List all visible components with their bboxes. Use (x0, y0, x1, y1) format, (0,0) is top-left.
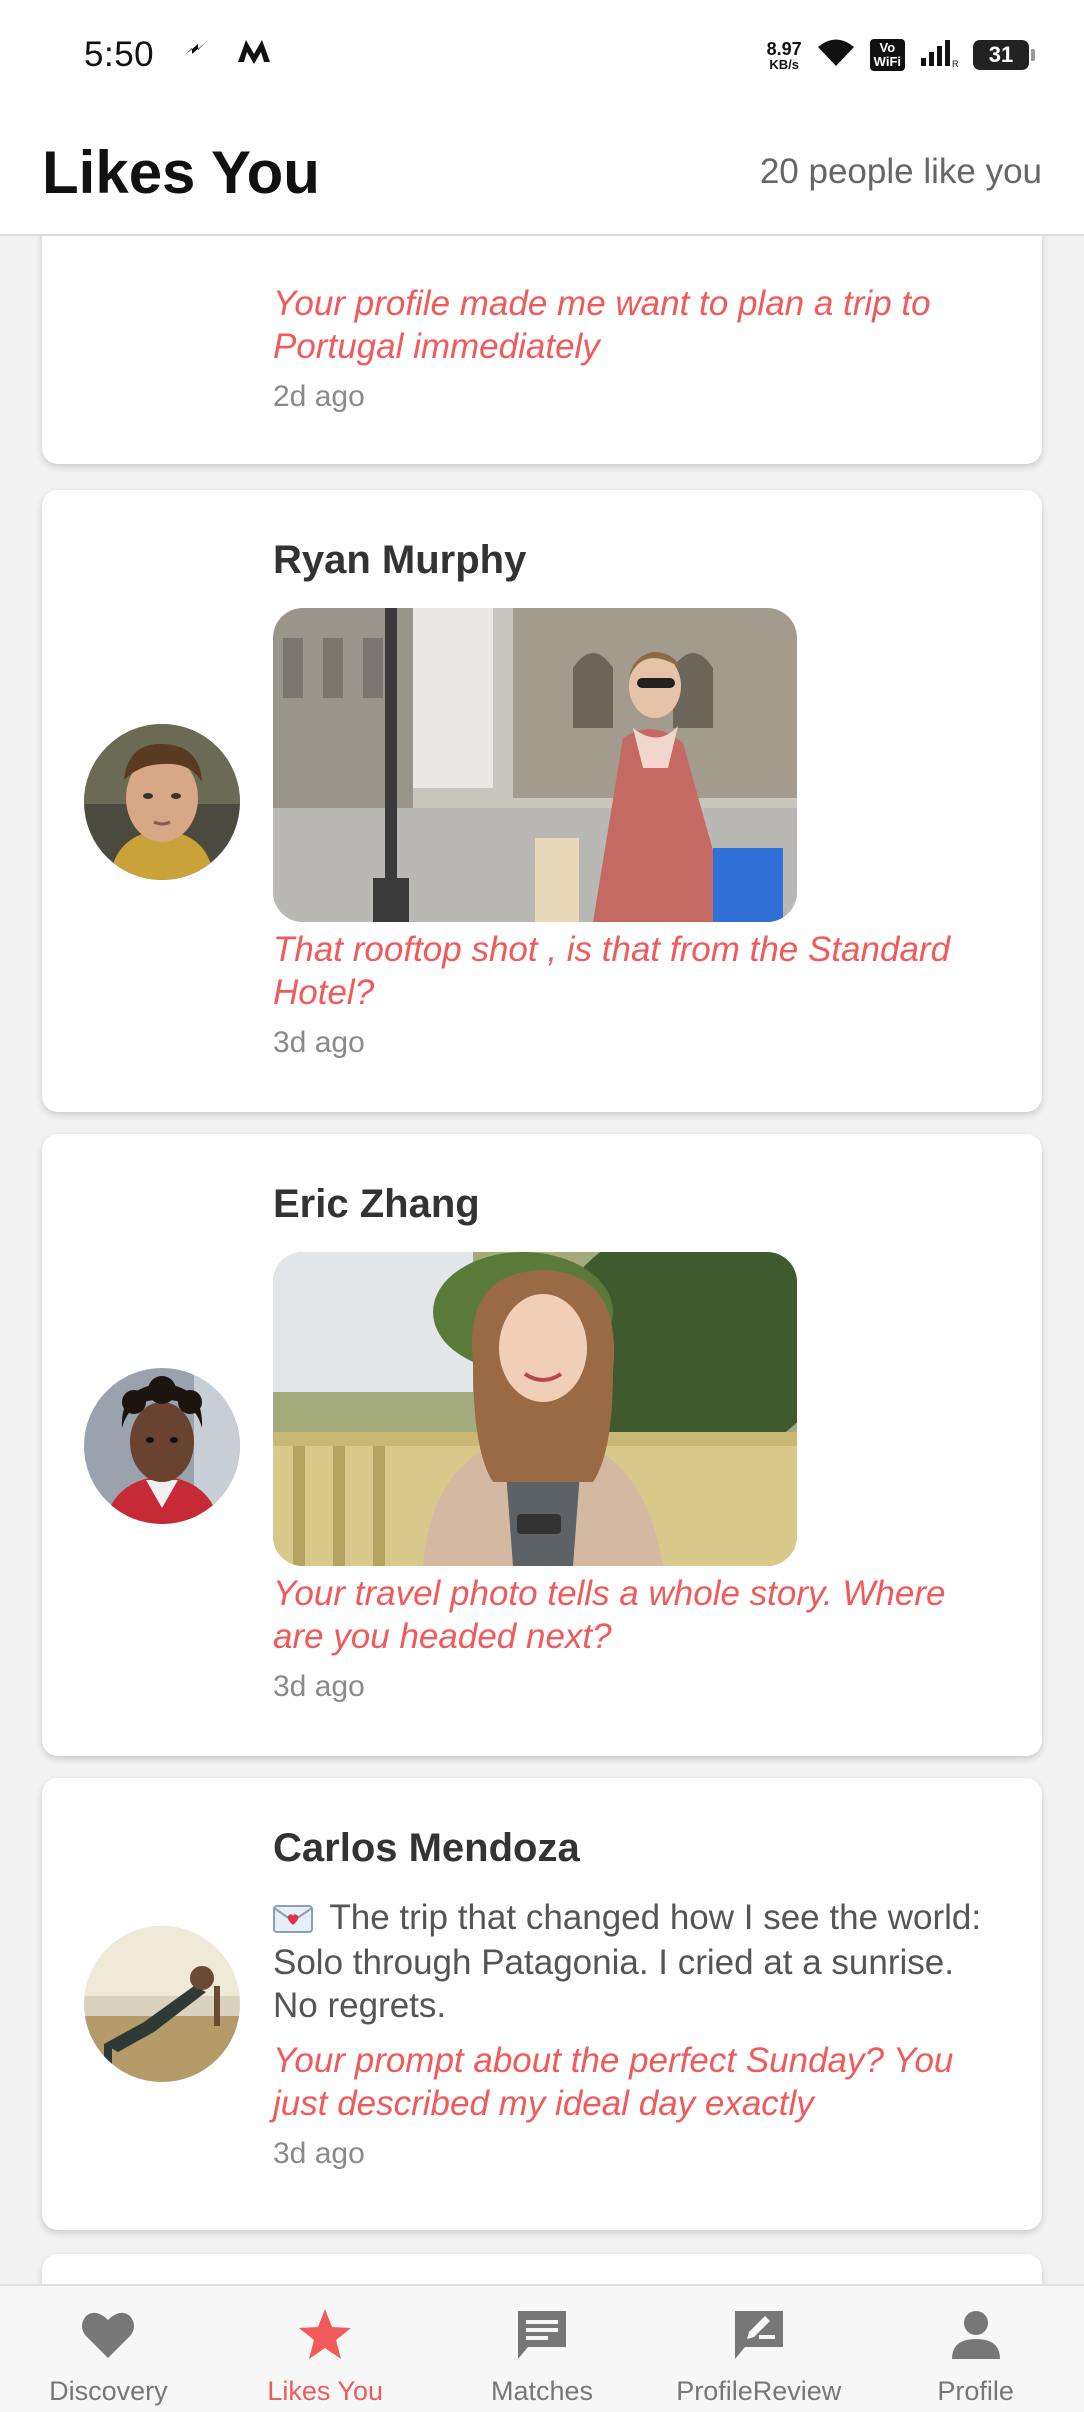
likes-count: 20 people like you (759, 152, 1042, 191)
tab-likes-you[interactable]: Likes You (217, 2286, 434, 2412)
like-message: Your travel photo tells a whole story. W… (273, 1574, 946, 1656)
status-bar: 5:50 8.97 KB/s Vo WiFi R 31 (0, 0, 1084, 110)
tab-profile-review[interactable]: ProfileReview (650, 2286, 867, 2412)
tab-matches[interactable]: Matches (434, 2286, 651, 2412)
liker-name: Carlos Mendoza (273, 1826, 580, 1870)
profile-prompt: The trip that changed how I see the worl… (273, 1896, 1000, 2027)
likes-list[interactable]: Your profile made me want to plan a trip… (0, 236, 1084, 2284)
liker-name: Ryan Murphy (273, 538, 527, 582)
like-time: 3d ago (273, 2137, 365, 2170)
like-card[interactable] (42, 2254, 1042, 2284)
battery-icon: 31 (973, 40, 1035, 70)
chat-icon (513, 2306, 571, 2364)
avatar[interactable] (84, 724, 240, 880)
page-header: Likes You 20 people like you (0, 110, 1084, 236)
like-card[interactable]: Carlos Mendoza The trip that changed how… (42, 1778, 1042, 2230)
m-app-notification-icon (236, 36, 272, 74)
like-card[interactable]: Your profile made me want to plan a trip… (42, 236, 1042, 464)
liked-photo[interactable] (273, 1252, 797, 1566)
avatar[interactable] (84, 1368, 240, 1524)
like-message: Your prompt about the perfect Sunday? Yo… (273, 2041, 954, 2123)
bottom-tab-bar: Discovery Likes You Matches ProfileRevie… (0, 2284, 1084, 2412)
prompt-text: The trip that changed how I see the worl… (273, 1898, 982, 2025)
rate-review-icon (730, 2306, 788, 2364)
avatar[interactable] (84, 1926, 240, 2082)
liked-photo[interactable] (273, 608, 797, 922)
signal-icon: R (919, 38, 959, 73)
like-card[interactable]: Eric Zhang Your travel photo tells a who… (42, 1134, 1042, 1756)
like-message: That rooftop shot , is that from the Sta… (273, 930, 951, 1012)
wifi-icon (816, 38, 856, 73)
tab-discovery[interactable]: Discovery (0, 2286, 217, 2412)
like-message: Your profile made me want to plan a trip… (273, 284, 931, 366)
page-title: Likes You (42, 138, 320, 206)
like-card[interactable]: Ryan Murphy That rooftop shot , is that … (42, 490, 1042, 1112)
vowifi-icon: Vo WiFi (869, 39, 905, 71)
like-time: 3d ago (273, 1026, 365, 1059)
svg-text:R: R (952, 59, 959, 68)
network-speed: 8.97 KB/s (766, 38, 802, 72)
app-notification-icon (180, 36, 210, 74)
liker-name: Eric Zhang (273, 1182, 480, 1226)
status-time: 5:50 (84, 35, 155, 74)
love-letter-icon (273, 1903, 321, 1936)
heart-icon (79, 2306, 137, 2364)
star-icon (296, 2306, 354, 2364)
person-icon (947, 2306, 1005, 2364)
like-time: 2d ago (273, 380, 365, 413)
like-time: 3d ago (273, 1670, 365, 1703)
tab-profile[interactable]: Profile (867, 2286, 1084, 2412)
